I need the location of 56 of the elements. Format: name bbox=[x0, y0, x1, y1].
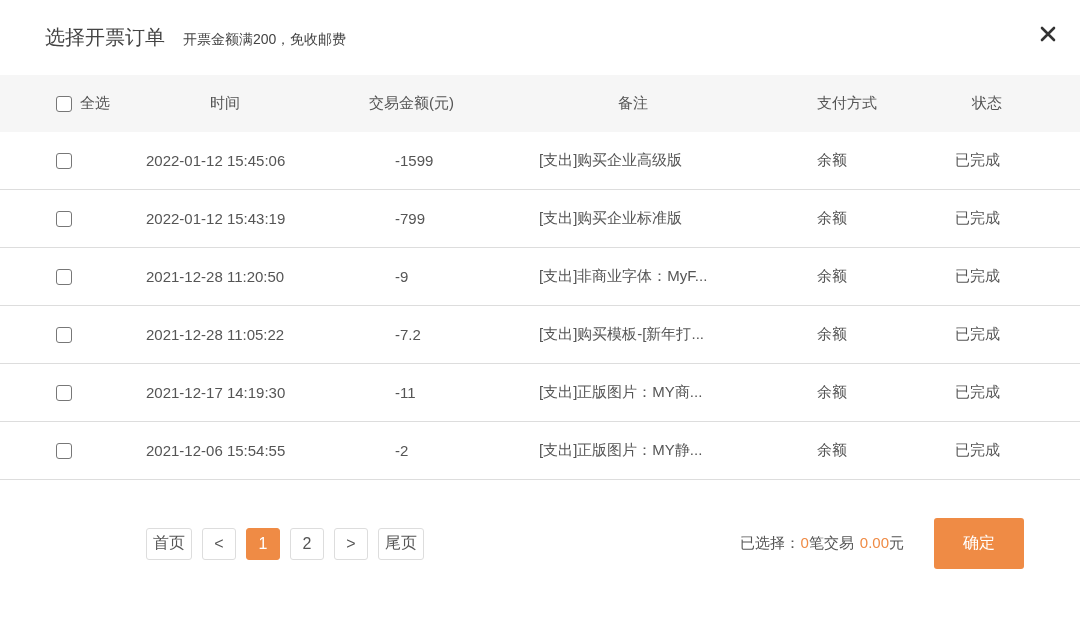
table-cell-text: [支出]非商业字体：MyF... bbox=[539, 267, 709, 286]
table-cell-text: -799 bbox=[395, 210, 427, 227]
table-cell-text: 余额 bbox=[817, 151, 848, 170]
selected-label: 已选择： bbox=[740, 534, 801, 551]
column-header: 交易金额(元) bbox=[369, 94, 455, 113]
selected-count: 0 bbox=[800, 534, 809, 551]
table-cell-text: [支出]购买模板-[新年打... bbox=[539, 325, 705, 344]
table-cell-text: 已完成 bbox=[955, 209, 1001, 228]
checkbox[interactable] bbox=[56, 268, 72, 285]
column-header: 时间 bbox=[210, 94, 241, 113]
page-button[interactable]: 尾页 bbox=[378, 527, 424, 560]
table-cell-text: 已完成 bbox=[955, 383, 1001, 402]
page-button[interactable]: < bbox=[202, 527, 236, 560]
select-all-label[interactable]: 全选 bbox=[80, 94, 110, 113]
table-cell-text: [支出]购买企业高级版 bbox=[539, 151, 684, 170]
table-cell-text: -2 bbox=[395, 442, 410, 459]
count-unit: 笔交易 bbox=[808, 534, 854, 551]
table-cell-text: 余额 bbox=[817, 209, 848, 228]
table-cell-text: 2021-12-06 15:54:55 bbox=[146, 442, 287, 459]
dialog-title: 选择开票订单 bbox=[45, 25, 165, 50]
table-cell-text: 已完成 bbox=[955, 267, 1001, 286]
table-cell-text: 2022-01-12 15:45:06 bbox=[146, 152, 287, 169]
checkbox[interactable] bbox=[56, 326, 72, 343]
column-header: 备注 bbox=[618, 94, 649, 113]
table-cell-text: 余额 bbox=[817, 383, 848, 402]
table-cell-text: 余额 bbox=[817, 325, 848, 344]
table-cell-text: -9 bbox=[395, 268, 410, 285]
amount-unit: 元 bbox=[889, 534, 904, 551]
table-cell-text: 余额 bbox=[817, 267, 848, 286]
checkbox[interactable] bbox=[56, 152, 72, 169]
dialog-subtitle: 开票金额满200，免收邮费 bbox=[183, 30, 347, 49]
table-cell-text: [支出]正版图片：MY商... bbox=[539, 383, 704, 402]
table-cell-text: 2022-01-12 15:43:19 bbox=[146, 210, 287, 227]
checkbox[interactable] bbox=[56, 210, 72, 227]
table-cell-text: 2021-12-28 11:20:50 bbox=[146, 268, 286, 285]
page-button[interactable]: 2 bbox=[290, 527, 324, 560]
page-button[interactable]: 首页 bbox=[146, 527, 192, 560]
column-header: 状态 bbox=[972, 94, 1003, 113]
table-cell-text: 已完成 bbox=[955, 441, 1001, 460]
table-cell-text: 余额 bbox=[817, 441, 848, 460]
close-icon[interactable] bbox=[1040, 26, 1056, 42]
table-cell-text: 2021-12-28 11:05:22 bbox=[146, 326, 286, 343]
table-cell-text: 已完成 bbox=[955, 151, 1001, 170]
checkbox[interactable] bbox=[56, 95, 72, 112]
checkbox[interactable] bbox=[56, 442, 72, 459]
table-cell-text: [支出]正版图片：MY静... bbox=[539, 441, 704, 460]
table-cell-text: -7.2 bbox=[395, 326, 422, 343]
table-cell-text: -11 bbox=[395, 384, 417, 401]
column-header: 支付方式 bbox=[817, 94, 878, 113]
table-cell-text: 已完成 bbox=[955, 325, 1001, 344]
table-cell-text: 2021-12-17 14:19:30 bbox=[146, 384, 287, 401]
selected-amount: 0.00 bbox=[859, 534, 889, 551]
table-cell-text: -1599 bbox=[395, 152, 435, 169]
table-cell-text: [支出]购买企业标准版 bbox=[539, 209, 684, 228]
page-button[interactable]: > bbox=[334, 527, 368, 560]
checkbox[interactable] bbox=[56, 384, 72, 401]
